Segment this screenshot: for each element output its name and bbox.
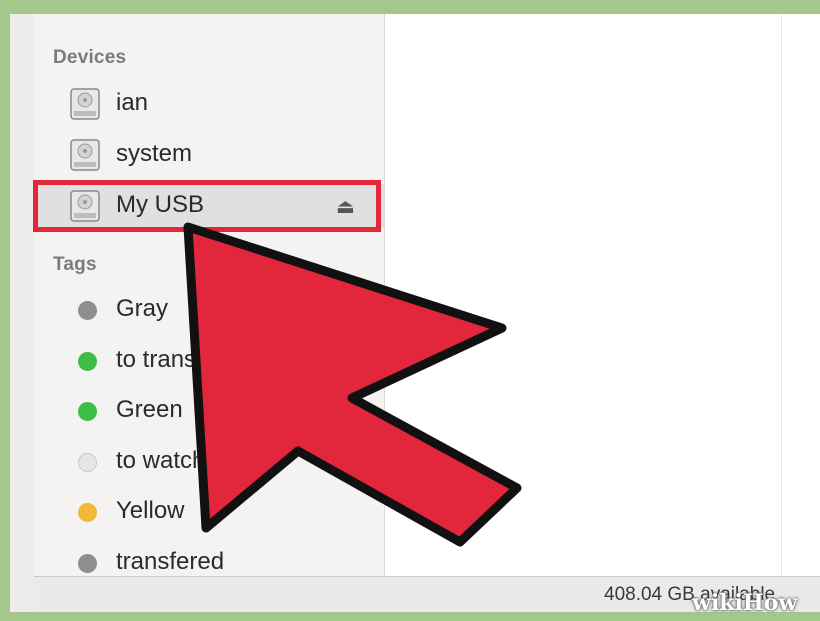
pointer-arrow-icon <box>183 222 522 547</box>
wikihow-watermark: wikiHow <box>692 590 798 616</box>
finder-window: Devices ian system My USB ⏏ Tags Gray to… <box>10 14 820 612</box>
